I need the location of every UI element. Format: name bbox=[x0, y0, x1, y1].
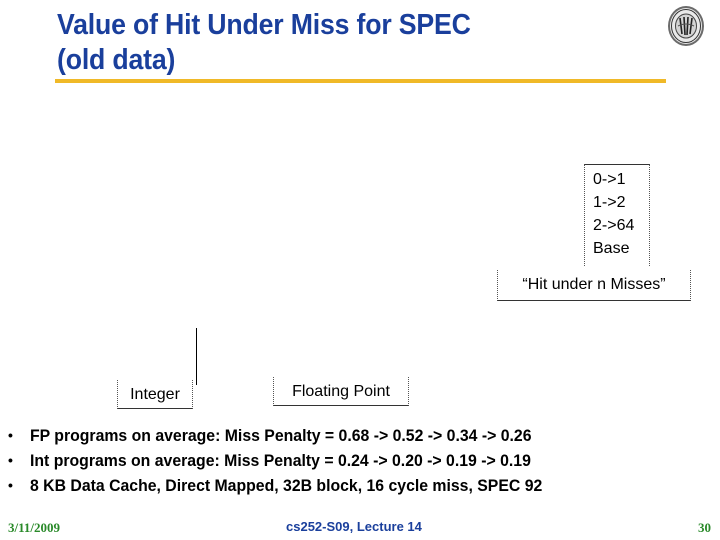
legend-entry: 2->64 bbox=[593, 217, 635, 234]
bullet-item: • FP programs on average: Miss Penalty =… bbox=[0, 423, 720, 448]
footer-date: 3/11/2009 bbox=[8, 520, 61, 535]
legend-entry: 0->1 bbox=[593, 171, 626, 188]
bullet-text: FP programs on average: Miss Penalty = 0… bbox=[30, 426, 532, 445]
bullet-text: Int programs on average: Miss Penalty = … bbox=[30, 451, 531, 470]
chart-series-axis-label: “Hit under n Misses” bbox=[497, 270, 691, 301]
bullet-item: • Int programs on average: Miss Penalty … bbox=[0, 448, 720, 473]
slide-title-line-1: Value of Hit Under Miss for SPEC bbox=[57, 9, 471, 41]
footer-lecture-label: cs252-S09, Lecture 14 bbox=[286, 519, 422, 534]
title-underline-rule bbox=[55, 79, 666, 83]
category-label-floating-point: Floating Point bbox=[273, 377, 409, 406]
university-seal-icon bbox=[666, 4, 706, 48]
footer-page-number: 30 bbox=[698, 520, 711, 535]
bullet-icon: • bbox=[8, 452, 13, 468]
bullet-item: • 8 KB Data Cache, Direct Mapped, 32B bl… bbox=[0, 473, 720, 498]
bullet-icon: • bbox=[8, 477, 13, 493]
bullet-list: • FP programs on average: Miss Penalty =… bbox=[0, 423, 720, 498]
slide-title: Value of Hit Under Miss for SPEC (old da… bbox=[57, 8, 609, 78]
category-divider-line bbox=[196, 328, 197, 385]
bullet-icon: • bbox=[8, 427, 13, 443]
legend-entry: Base bbox=[593, 240, 630, 257]
chart-legend: 0->1 1->2 2->64 Base bbox=[584, 164, 650, 266]
category-label-integer: Integer bbox=[117, 380, 193, 409]
legend-entry: 1->2 bbox=[593, 194, 626, 211]
slide-title-line-2: (old data) bbox=[57, 44, 176, 76]
bullet-text: 8 KB Data Cache, Direct Mapped, 32B bloc… bbox=[30, 476, 543, 495]
